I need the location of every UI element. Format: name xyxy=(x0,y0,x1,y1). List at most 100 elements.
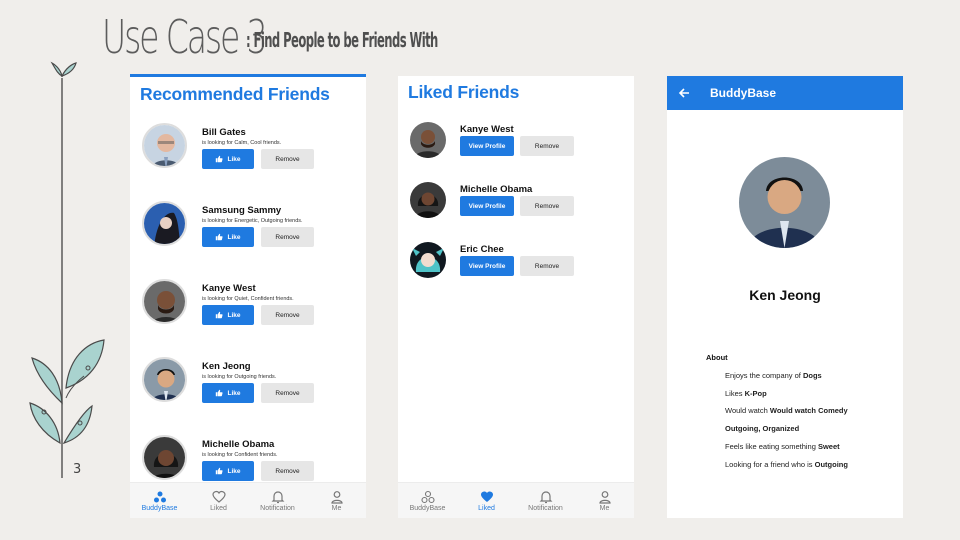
liked-friend-card: Eric Chee View Profile Remove xyxy=(410,242,630,286)
remove-button[interactable]: Remove xyxy=(261,461,314,481)
bell-icon xyxy=(271,490,284,503)
back-arrow-icon xyxy=(678,88,689,98)
thumbs-up-icon xyxy=(216,233,224,241)
like-label: Like xyxy=(227,389,241,397)
remove-button[interactable]: Remove xyxy=(520,256,574,276)
avatar xyxy=(142,123,187,168)
nav-me[interactable]: Me xyxy=(575,483,634,518)
recommended-friends-screen: Recommended Friends Bill Gates is lookin… xyxy=(130,74,366,518)
liked-friend-card: Kanye West View Profile Remove xyxy=(410,122,630,166)
like-button[interactable]: Like xyxy=(202,149,254,169)
about-likes: Likes K-Pop xyxy=(725,389,767,398)
person-icon xyxy=(330,490,343,504)
friend-name: Kanye West xyxy=(202,283,256,294)
avatar xyxy=(410,242,446,278)
profile-avatar xyxy=(739,157,830,248)
friend-name: Michelle Obama xyxy=(460,184,533,195)
nav-label: Me xyxy=(331,504,342,512)
friend-name: Bill Gates xyxy=(202,127,246,138)
slide-title-sub: : Find People to be Friends With xyxy=(246,28,438,52)
remove-button[interactable]: Remove xyxy=(261,305,314,325)
page-number: 3 xyxy=(73,462,82,477)
friend-name: Michelle Obama xyxy=(202,439,275,450)
like-label: Like xyxy=(227,311,241,319)
like-button[interactable]: Like xyxy=(202,383,254,403)
friend-description: is looking for Energetic, Outgoing frien… xyxy=(202,218,303,224)
plant-decoration xyxy=(29,61,105,478)
slide-title: Use Case 3 : Find People to be Friends W… xyxy=(102,10,438,64)
friend-description: is looking for Calm, Cool friends. xyxy=(202,140,282,146)
heart-icon xyxy=(211,490,226,503)
screen-heading: Recommended Friends xyxy=(140,84,330,104)
friend-name: Eric Chee xyxy=(460,244,504,255)
about-watch: Would watch Would watch Comedy xyxy=(725,406,848,415)
nav-liked[interactable]: Liked xyxy=(189,483,248,518)
about-traits: Outgoing, Organized xyxy=(725,424,800,433)
profile-screen: BuddyBase Ken Jeong About Enjoys the com… xyxy=(667,76,903,518)
view-profile-button[interactable]: View Profile xyxy=(460,136,514,156)
nav-label: Me xyxy=(599,504,610,512)
bell-icon xyxy=(539,490,552,503)
view-profile-button[interactable]: View Profile xyxy=(460,196,514,216)
heart-icon xyxy=(480,491,493,502)
friend-card: Bill Gates is looking for Calm, Cool fri… xyxy=(142,123,362,189)
thumbs-up-icon xyxy=(216,389,224,397)
avatar xyxy=(142,279,187,324)
remove-button[interactable]: Remove xyxy=(261,149,314,169)
avatar xyxy=(142,357,187,402)
nav-notification[interactable]: Notification xyxy=(248,483,307,518)
friend-card: Ken Jeong is looking for Outgoing friend… xyxy=(142,357,362,423)
nav-me[interactable]: Me xyxy=(307,483,366,518)
remove-button[interactable]: Remove xyxy=(261,383,314,403)
friend-name: Ken Jeong xyxy=(202,361,251,372)
screen-heading: Liked Friends xyxy=(408,82,520,102)
nav-label: BuddyBase xyxy=(409,504,446,512)
nav-liked[interactable]: Liked xyxy=(457,483,516,518)
friend-description: is looking for Quiet, Confident friends. xyxy=(202,296,294,302)
liked-friend-card: Michelle Obama View Profile Remove xyxy=(410,182,630,226)
about-company: Enjoys the company of Dogs xyxy=(725,371,822,380)
about-food: Feels like eating something Sweet xyxy=(725,442,840,451)
avatar xyxy=(142,201,187,246)
nav-label: Liked xyxy=(478,504,495,512)
avatar xyxy=(410,182,446,218)
app-bar: BuddyBase xyxy=(667,76,903,110)
view-profile-button[interactable]: View Profile xyxy=(460,256,514,276)
nav-label: BuddyBase xyxy=(141,504,178,512)
profile-name: Ken Jeong xyxy=(749,287,821,303)
like-label: Like xyxy=(227,467,241,475)
back-button[interactable] xyxy=(667,76,701,110)
buddybase-icon xyxy=(153,491,166,502)
nav-label: Liked xyxy=(210,504,227,512)
thumbs-up-icon xyxy=(216,155,224,163)
like-button[interactable]: Like xyxy=(202,305,254,325)
nav-buddybase[interactable]: BuddyBase xyxy=(398,483,457,518)
friend-description: is looking for Outgoing friends. xyxy=(202,374,277,380)
bottom-nav: BuddyBase Liked Notification Me xyxy=(130,482,366,518)
nav-label: Notification xyxy=(260,504,295,512)
remove-button[interactable]: Remove xyxy=(520,196,574,216)
like-button[interactable]: Like xyxy=(202,461,254,481)
like-label: Like xyxy=(227,155,241,163)
liked-friends-screen: Liked Friends Kanye West View Profile Re… xyxy=(398,76,634,518)
nav-buddybase[interactable]: BuddyBase xyxy=(130,483,189,518)
friend-name: Kanye West xyxy=(460,124,514,135)
friend-card: Kanye West is looking for Quiet, Confide… xyxy=(142,279,362,345)
like-button[interactable]: Like xyxy=(202,227,254,247)
about-looking-for: Looking for a friend who is Outgoing xyxy=(725,460,848,469)
bottom-nav: BuddyBase Liked Notification Me xyxy=(398,482,634,518)
slide-title-main: Use Case 3 xyxy=(102,10,268,64)
person-icon xyxy=(598,490,611,504)
nav-notification[interactable]: Notification xyxy=(516,483,575,518)
thumbs-up-icon xyxy=(216,311,224,319)
avatar xyxy=(410,122,446,158)
thumbs-up-icon xyxy=(216,467,224,475)
friend-name: Samsung Sammy xyxy=(202,205,282,216)
avatar xyxy=(142,435,187,480)
remove-button[interactable]: Remove xyxy=(520,136,574,156)
friend-card: Samsung Sammy is looking for Energetic, … xyxy=(142,201,362,267)
about-heading: About xyxy=(706,353,728,362)
buddybase-icon xyxy=(420,490,435,503)
like-label: Like xyxy=(227,233,241,241)
remove-button[interactable]: Remove xyxy=(261,227,314,247)
